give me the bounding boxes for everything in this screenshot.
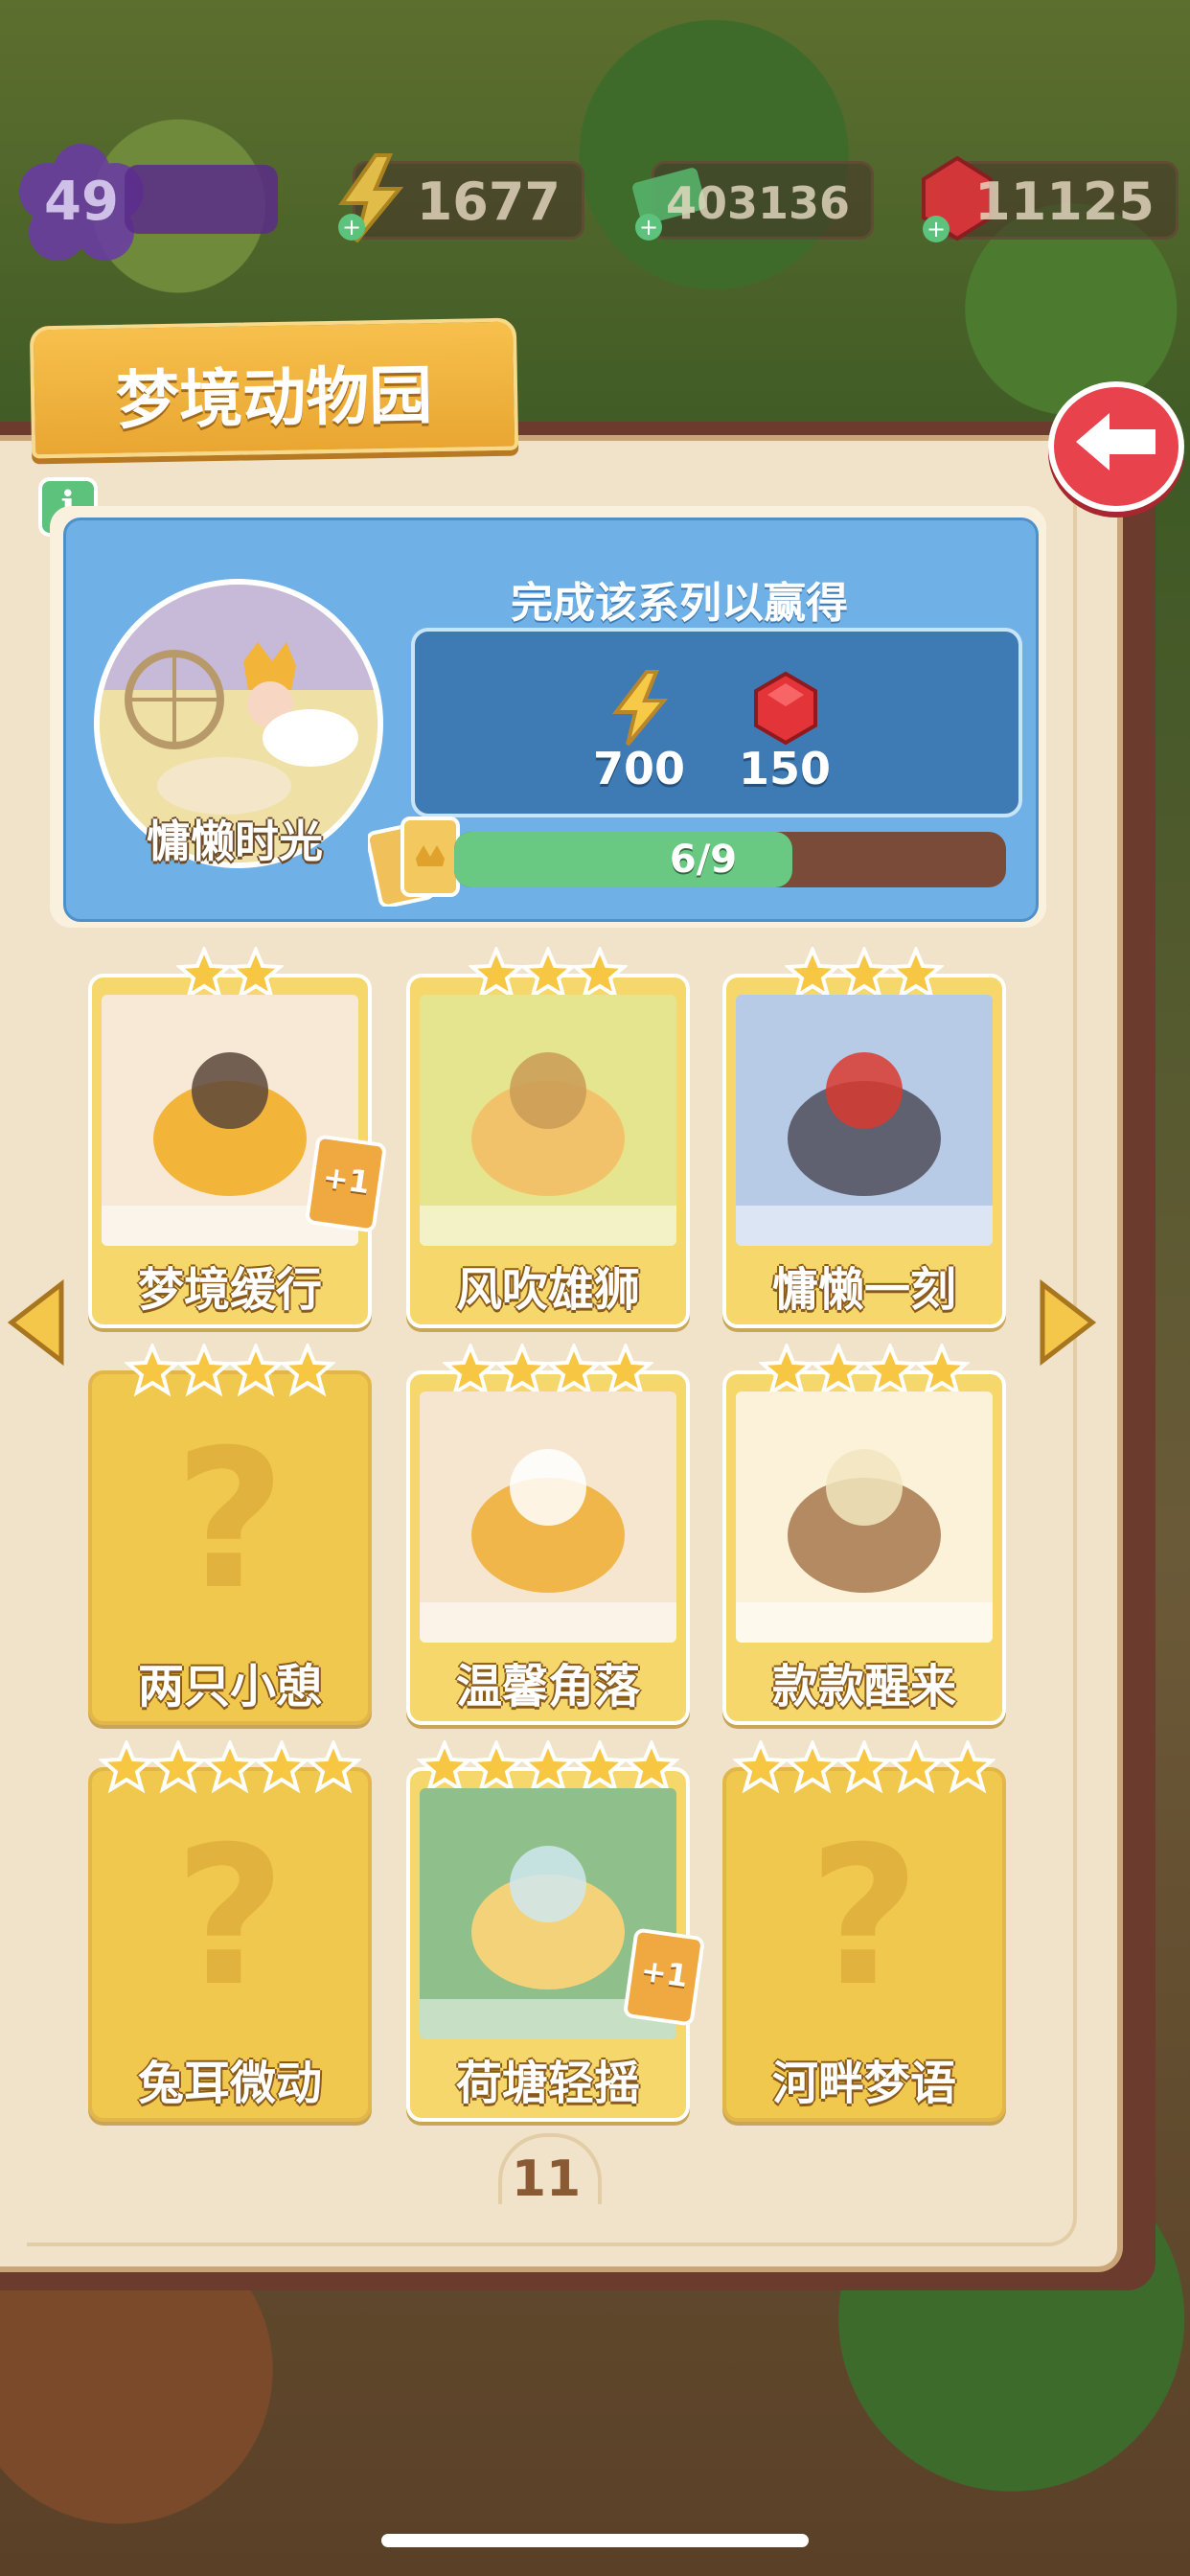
star-icon xyxy=(226,1341,286,1397)
star-icon xyxy=(149,1737,208,1794)
gems-value: 11125 xyxy=(974,172,1155,232)
card-name: 梦境缓行 xyxy=(137,1263,322,1317)
star-icon xyxy=(467,1737,526,1794)
ruby-icon xyxy=(754,671,817,746)
album-card[interactable]: 梦境缓行 +1 xyxy=(88,944,388,1328)
chevron-right-icon xyxy=(1040,1278,1097,1367)
next-page-button[interactable] xyxy=(1033,1275,1100,1370)
energy-value: 1677 xyxy=(416,172,561,232)
home-indicator[interactable] xyxy=(381,2534,809,2547)
card-name: 河畔梦语 xyxy=(771,2057,956,2110)
star-icon xyxy=(544,1341,604,1397)
card-star-rating xyxy=(88,1737,372,1798)
star-icon xyxy=(200,1737,260,1794)
star-icon xyxy=(596,1341,655,1397)
lightning-icon: + xyxy=(338,153,404,243)
star-icon xyxy=(492,1341,552,1397)
lightning-icon xyxy=(611,670,669,747)
album-card[interactable]: 款款醒来 xyxy=(722,1341,1006,1725)
duplicate-count: +1 xyxy=(638,1951,691,1995)
chevron-left-icon xyxy=(7,1278,64,1367)
page-number: 11 xyxy=(511,2150,582,2208)
album-card[interactable]: ? 兔耳微动 xyxy=(88,1737,372,2122)
star-icon xyxy=(570,944,629,1000)
svg-text:+: + xyxy=(342,214,361,241)
back-button[interactable] xyxy=(1048,381,1184,512)
portrait-label: 慵懒时光 xyxy=(147,816,323,867)
energy-counter[interactable]: + 1677 xyxy=(338,153,584,243)
duplicate-count-badge: +1 xyxy=(304,1134,388,1233)
star-icon xyxy=(467,944,526,1000)
star-icon xyxy=(835,944,894,1000)
gems-counter[interactable]: + 11125 xyxy=(922,155,1179,242)
star-icon xyxy=(622,1737,681,1794)
card-name: 款款醒来 xyxy=(771,1660,956,1714)
album-title-tab: 梦境动物园 xyxy=(29,317,519,459)
card-illustration xyxy=(420,1392,676,1643)
collection-progress-bar: 6/9 xyxy=(454,832,1006,887)
arrow-left-icon xyxy=(1076,413,1156,471)
locked-question-icon: ? xyxy=(173,1409,286,1632)
cash-value: 403136 xyxy=(665,177,850,229)
duplicate-count-badge: +1 xyxy=(622,1927,706,2027)
reward-gems-amount: 150 xyxy=(738,743,832,794)
star-icon xyxy=(731,1737,790,1794)
star-icon xyxy=(278,1341,337,1397)
star-icon xyxy=(123,1341,182,1397)
album-card[interactable]: ? 河畔梦语 xyxy=(722,1737,1006,2122)
star-icon xyxy=(226,944,286,1000)
locked-question-icon: ? xyxy=(173,1806,286,2029)
card-name: 荷塘轻摇 xyxy=(455,2057,640,2110)
locked-question-icon: ? xyxy=(808,1806,920,2029)
album-card[interactable]: 慵懒一刻 xyxy=(722,944,1006,1328)
card-illustration xyxy=(420,995,676,1246)
star-icon xyxy=(174,944,234,1000)
reward-heading: 完成该系列以赢得 xyxy=(511,579,848,628)
album-card[interactable]: 荷塘轻摇 +1 xyxy=(406,1737,706,2122)
star-icon xyxy=(97,1737,156,1794)
previous-page-button[interactable] xyxy=(4,1275,71,1370)
album-card[interactable]: 温馨角落 xyxy=(406,1341,690,1725)
star-icon xyxy=(886,944,946,1000)
card-star-rating xyxy=(722,1737,1006,1798)
card-illustration xyxy=(736,995,993,1246)
svg-text:+: + xyxy=(639,214,658,241)
duplicate-count: +1 xyxy=(320,1158,373,1202)
star-icon xyxy=(415,1737,474,1794)
card-star-rating xyxy=(88,1341,372,1401)
card-name: 风吹雄狮 xyxy=(455,1263,640,1317)
reward-energy-amount: 700 xyxy=(592,743,686,794)
star-icon xyxy=(518,944,578,1000)
star-icon xyxy=(518,1737,578,1794)
cash-counter[interactable]: + 403136 xyxy=(632,161,874,241)
card-name: 两只小憩 xyxy=(137,1660,322,1714)
star-icon xyxy=(304,1737,363,1794)
card-name: 慵懒一刻 xyxy=(771,1263,956,1317)
star-icon xyxy=(252,1737,311,1794)
card-name: 温馨角落 xyxy=(455,1660,640,1714)
star-icon xyxy=(783,1737,842,1794)
star-icon xyxy=(783,944,842,1000)
star-icon xyxy=(938,1737,997,1794)
card-illustration xyxy=(736,1392,993,1643)
star-icon xyxy=(809,1341,868,1397)
album-card[interactable]: ? 两只小憩 xyxy=(88,1341,372,1725)
card-name: 兔耳微动 xyxy=(137,2057,322,2110)
level-progress-bar xyxy=(125,165,278,234)
svg-text:+: + xyxy=(927,216,946,242)
star-icon xyxy=(441,1341,500,1397)
star-icon xyxy=(570,1737,629,1794)
star-icon xyxy=(835,1737,894,1794)
reward-box: 700 150 xyxy=(411,628,1022,817)
album-card[interactable]: 风吹雄狮 xyxy=(406,944,690,1328)
album-title: 梦境动物园 xyxy=(115,358,433,438)
progress-text: 6/9 xyxy=(669,838,738,882)
star-icon xyxy=(174,1341,234,1397)
star-icon xyxy=(860,1341,920,1397)
star-icon xyxy=(912,1341,972,1397)
star-icon xyxy=(886,1737,946,1794)
star-icon xyxy=(757,1341,816,1397)
